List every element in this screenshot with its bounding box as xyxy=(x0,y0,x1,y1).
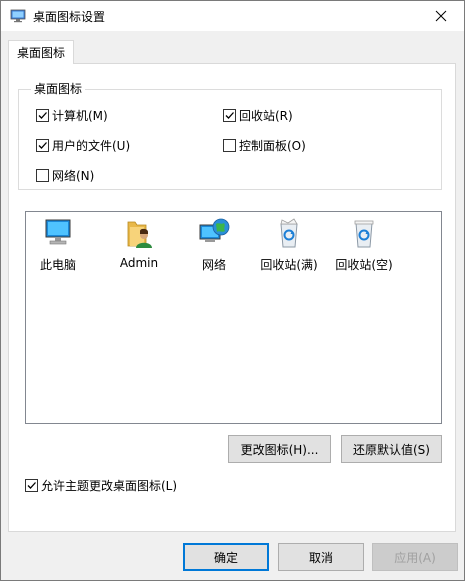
checkbox-label: 控制面板(O) xyxy=(239,139,306,153)
desktop-icon-settings-dialog: 桌面图标设置 桌面图标 桌面图标 计算机(M) 回收站(R) 用户的文件(U) xyxy=(0,0,465,581)
tab-label: 桌面图标 xyxy=(16,46,65,60)
checkbox-box[interactable] xyxy=(36,139,49,152)
icon-item-recycle-bin-full[interactable]: 回收站(满) xyxy=(254,216,324,273)
computer-icon xyxy=(45,219,71,245)
icon-item-admin[interactable]: Admin xyxy=(104,216,174,270)
restore-default-button[interactable]: 还原默认值(S) xyxy=(341,435,442,463)
checkbox-allow-themes[interactable]: 允许主题更改桌面图标(L) xyxy=(25,477,177,494)
check-icon xyxy=(27,482,36,489)
checkbox-box[interactable] xyxy=(36,169,49,182)
network-icon xyxy=(199,218,230,242)
button-label: 还原默认值(S) xyxy=(353,442,430,457)
cancel-button[interactable]: 取消 xyxy=(278,543,364,571)
icon-item-recycle-bin-empty[interactable]: 回收站(空) xyxy=(329,216,399,273)
recycle-bin-full-icon xyxy=(280,218,298,248)
checkbox-user-files[interactable]: 用户的文件(U) xyxy=(36,137,130,154)
icon-item-network[interactable]: 网络 xyxy=(179,216,249,273)
checkbox-label: 回收站(R) xyxy=(239,109,293,123)
icon-label: 此电脑 xyxy=(39,258,76,272)
apply-button[interactable]: 应用(A) xyxy=(372,543,458,571)
display-settings-icon xyxy=(10,9,26,23)
button-label: 取消 xyxy=(308,550,333,565)
close-icon xyxy=(435,10,447,22)
recycle-bin-empty-icon xyxy=(354,220,374,248)
ok-button[interactable]: 确定 xyxy=(183,543,269,571)
button-label: 更改图标(H)... xyxy=(240,442,319,457)
checkbox-label: 允许主题更改桌面图标(L) xyxy=(41,479,178,493)
icon-list[interactable]: 此电脑 Admin 网络 回收站(满) 回收站(空) xyxy=(25,211,442,424)
checkbox-label: 计算机(M) xyxy=(52,109,108,123)
button-label: 确定 xyxy=(213,550,238,565)
icon-label: 网络 xyxy=(201,258,226,272)
checkbox-computer[interactable]: 计算机(M) xyxy=(36,107,108,124)
group-label: 桌面图标 xyxy=(31,80,86,97)
user-folder-icon xyxy=(127,221,152,248)
checkbox-control-panel[interactable]: 控制面板(O) xyxy=(223,137,306,154)
checkbox-label: 网络(N) xyxy=(52,169,95,183)
check-icon xyxy=(225,112,234,119)
checkbox-label: 用户的文件(U) xyxy=(52,139,131,153)
checkbox-box[interactable] xyxy=(36,109,49,122)
icon-label: 回收站(满) xyxy=(260,258,318,272)
tab-desktop-icons[interactable]: 桌面图标 xyxy=(8,40,74,64)
icon-label: 回收站(空) xyxy=(335,258,393,272)
title-bar: 桌面图标设置 xyxy=(1,1,464,31)
check-icon xyxy=(38,112,47,119)
button-label: 应用(A) xyxy=(394,550,436,565)
icon-label: Admin xyxy=(119,256,159,270)
checkbox-box[interactable] xyxy=(223,139,236,152)
change-icon-button[interactable]: 更改图标(H)... xyxy=(228,435,331,463)
checkbox-box[interactable] xyxy=(25,479,38,492)
check-icon xyxy=(38,142,47,149)
close-button[interactable] xyxy=(418,1,464,31)
checkbox-box[interactable] xyxy=(223,109,236,122)
window-title: 桌面图标设置 xyxy=(33,10,106,24)
checkbox-network[interactable]: 网络(N) xyxy=(36,167,94,184)
icon-item-this-pc[interactable]: 此电脑 xyxy=(23,216,93,273)
checkbox-recycle-bin[interactable]: 回收站(R) xyxy=(223,107,293,124)
